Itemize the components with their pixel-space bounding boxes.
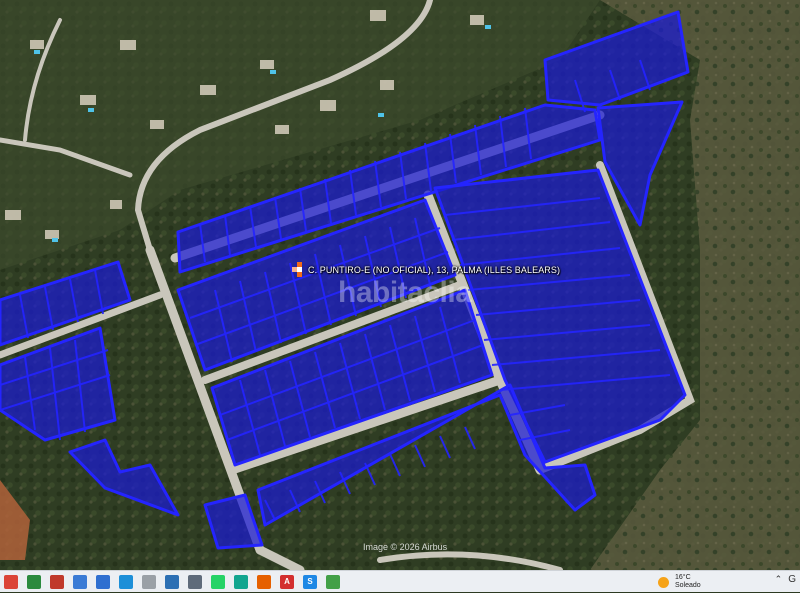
firefox-icon[interactable] [257, 574, 271, 589]
weather-condition: Soleado [675, 582, 701, 589]
chevron-up-icon[interactable]: ⌃ [775, 574, 783, 585]
system-tray: ⌃ G [775, 574, 796, 585]
edge-icon[interactable] [119, 574, 133, 589]
habitaclia-watermark: habitaclia [338, 276, 472, 309]
presentation-icon[interactable] [50, 574, 64, 589]
app-blue-icon[interactable] [165, 574, 179, 589]
file-explorer-icon[interactable] [73, 574, 87, 589]
chrome-icon[interactable] [4, 574, 18, 589]
imagery-credit: Image © 2026 Airbus [363, 542, 448, 552]
google-icon[interactable]: G [788, 574, 796, 585]
settings-icon[interactable] [188, 574, 202, 589]
app-s-icon[interactable]: S [303, 574, 317, 589]
whatsapp-icon[interactable] [211, 574, 225, 589]
taskbar: A S 16°C Soleado ⌃ G [0, 570, 800, 592]
satellite-map[interactable]: C. PUNTIRO-E (NO OFICIAL), 13, PALMA (IL… [0, 0, 800, 570]
app-green-icon[interactable] [326, 574, 340, 589]
address-label: C. PUNTIRO-E (NO OFICIAL), 13, PALMA (IL… [308, 265, 561, 275]
sun-icon [658, 576, 669, 588]
weather-temperature: 16°C [675, 574, 691, 581]
document-icon[interactable] [142, 574, 156, 589]
copilot-icon[interactable] [234, 574, 248, 589]
location-marker-icon[interactable] [292, 262, 306, 278]
acrobat-icon[interactable]: A [280, 574, 294, 589]
sheets-icon[interactable] [27, 574, 41, 589]
weather-widget[interactable]: 16°C Soleado [658, 571, 701, 593]
photos-icon[interactable] [96, 574, 110, 589]
